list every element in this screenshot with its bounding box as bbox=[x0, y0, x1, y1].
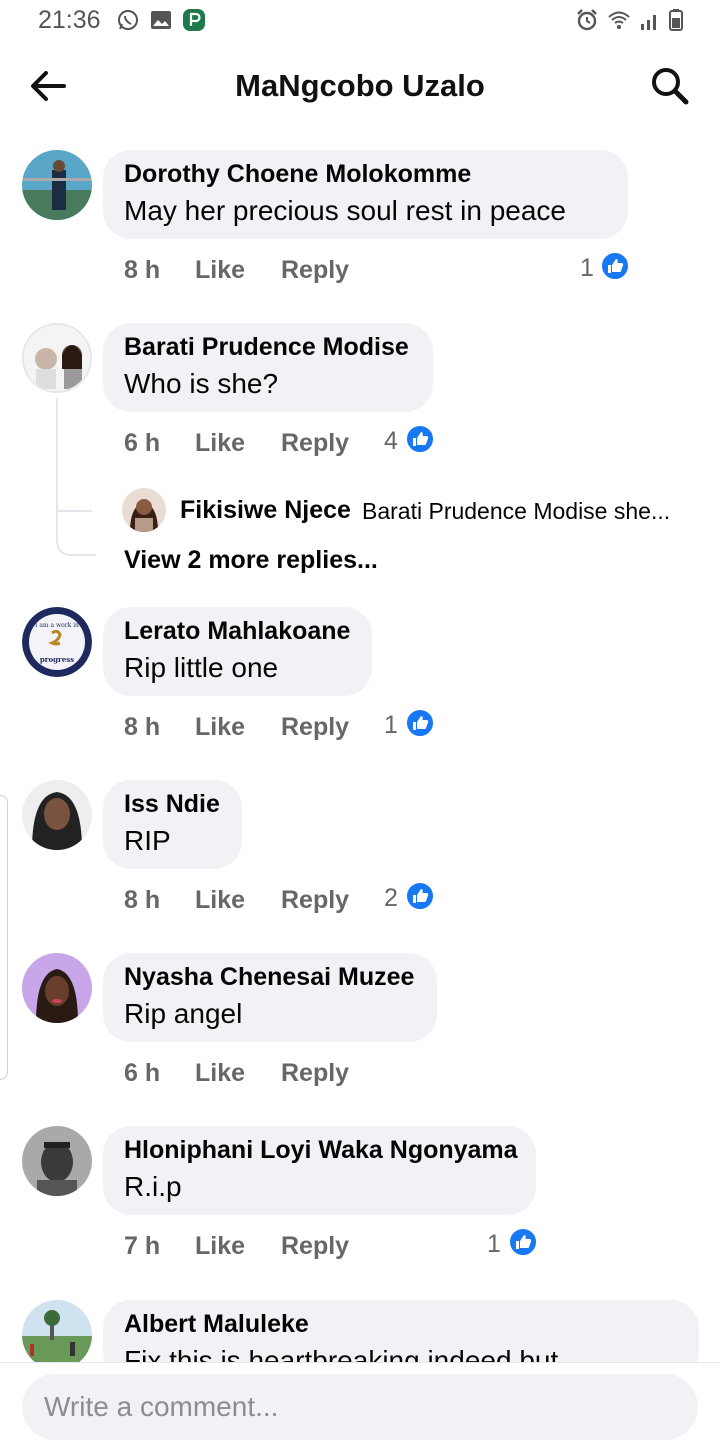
comment-time: 8 h bbox=[124, 713, 161, 741]
view-more-replies-link[interactable]: View 2 more replies... bbox=[124, 546, 378, 575]
like-reaction-icon bbox=[508, 1227, 538, 1257]
whatsapp-icon bbox=[116, 8, 140, 32]
comment-text: RIP bbox=[124, 825, 171, 856]
commenter-name[interactable]: Hloniphani Loyi Waka Ngonyama bbox=[124, 1136, 518, 1165]
header-bar: MaNgcobo Uzalo bbox=[0, 50, 720, 122]
like-button[interactable]: Like bbox=[195, 713, 245, 742]
comment-bubble: Dorothy Choene Molokomme May her preciou… bbox=[103, 150, 628, 239]
reply-button[interactable]: Reply bbox=[281, 256, 349, 285]
comment-time: 8 h bbox=[124, 886, 161, 914]
avatar[interactable] bbox=[122, 488, 166, 532]
page-title: MaNgcobo Uzalo bbox=[235, 68, 485, 103]
like-button[interactable]: Like bbox=[195, 1059, 245, 1088]
avatar[interactable]: I am a work in progress bbox=[22, 607, 92, 677]
comment-time: 6 h bbox=[124, 1059, 161, 1087]
like-reaction-icon bbox=[405, 881, 435, 911]
comment-bubble: Iss Ndie RIP bbox=[103, 780, 242, 869]
alarm-icon bbox=[575, 8, 599, 32]
reply-button[interactable]: Reply bbox=[281, 1232, 349, 1261]
avatar-badge-bottom: progress bbox=[40, 655, 74, 664]
thread-connector bbox=[56, 398, 96, 556]
like-button[interactable]: Like bbox=[195, 256, 245, 285]
thread-connector bbox=[56, 498, 92, 512]
reply-button[interactable]: Reply bbox=[281, 713, 349, 742]
comment-time: 7 h bbox=[124, 1232, 161, 1260]
like-button[interactable]: Like bbox=[195, 429, 245, 458]
status-bar: 21:36 bbox=[0, 0, 720, 40]
comment-bubble: Barati Prudence Modise Who is she? bbox=[103, 323, 433, 412]
comment-input[interactable] bbox=[22, 1374, 698, 1440]
gallery-icon bbox=[149, 8, 173, 32]
avatar[interactable] bbox=[22, 953, 92, 1023]
comment-text: R.i.p bbox=[124, 1171, 182, 1202]
commenter-name[interactable]: Dorothy Choene Molokomme bbox=[124, 160, 606, 189]
battery-icon bbox=[664, 8, 688, 32]
reply-button[interactable]: Reply bbox=[281, 886, 349, 915]
like-button[interactable]: Like bbox=[195, 1232, 245, 1261]
comment-time: 6 h bbox=[124, 429, 161, 457]
comment-text: May her precious soul rest in peace bbox=[124, 195, 566, 226]
avatar[interactable] bbox=[22, 780, 92, 850]
commenter-name[interactable]: Iss Ndie bbox=[124, 790, 220, 819]
comment-composer bbox=[0, 1362, 720, 1448]
avatar[interactable] bbox=[22, 1300, 92, 1370]
reply-button[interactable]: Reply bbox=[281, 1059, 349, 1088]
comment-bubble: Lerato Mahlakoane Rip little one bbox=[103, 607, 372, 696]
signal-icon bbox=[638, 8, 662, 32]
avatar[interactable] bbox=[22, 1126, 92, 1196]
status-time: 21:36 bbox=[38, 6, 101, 34]
like-reaction-icon bbox=[405, 708, 435, 738]
reaction-count: 1 bbox=[487, 1230, 501, 1258]
reaction-count: 1 bbox=[580, 254, 594, 282]
commenter-name[interactable]: Albert Maluleke bbox=[124, 1310, 677, 1339]
comment-bubble: Nyasha Chenesai Muzee Rip angel bbox=[103, 953, 437, 1042]
comment-bubble: Hloniphani Loyi Waka Ngonyama R.i.p bbox=[103, 1126, 536, 1215]
reply-button[interactable]: Reply bbox=[281, 429, 349, 458]
comment-time: 8 h bbox=[124, 256, 161, 284]
reaction-count: 4 bbox=[384, 427, 398, 455]
comment-text: Who is she? bbox=[124, 368, 279, 399]
app-notification-icon bbox=[182, 8, 206, 32]
avatar[interactable] bbox=[22, 323, 92, 393]
comment-text: Rip little one bbox=[124, 652, 279, 683]
like-button[interactable]: Like bbox=[195, 886, 245, 915]
side-panel-handle[interactable] bbox=[0, 795, 8, 1080]
reply-snippet: Barati Prudence Modise she... bbox=[362, 498, 671, 524]
like-reaction-icon bbox=[600, 251, 630, 281]
reaction-count: 2 bbox=[384, 884, 398, 912]
like-reaction-icon bbox=[405, 424, 435, 454]
commenter-name[interactable]: Lerato Mahlakoane bbox=[124, 617, 350, 646]
search-icon[interactable] bbox=[648, 64, 692, 108]
avatar-badge-top: I am a work in bbox=[35, 622, 79, 629]
commenter-name[interactable]: Barati Prudence Modise bbox=[124, 333, 411, 362]
avatar[interactable] bbox=[22, 150, 92, 220]
commenter-name[interactable]: Nyasha Chenesai Muzee bbox=[124, 963, 415, 992]
reaction-count: 1 bbox=[384, 711, 398, 739]
comment-text: Rip angel bbox=[124, 998, 243, 1029]
reply-preview[interactable]: Fikisiwe Njece Barati Prudence Modise sh… bbox=[122, 486, 712, 532]
reply-commenter-name[interactable]: Fikisiwe Njece bbox=[180, 496, 351, 525]
wifi-icon bbox=[607, 8, 631, 32]
